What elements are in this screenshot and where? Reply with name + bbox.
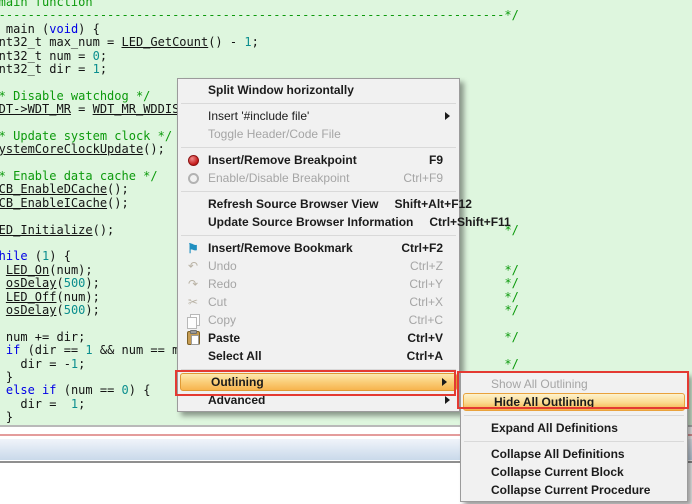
menu-item-label: Expand All Definitions	[491, 421, 673, 435]
editor-context-menu: Split Window horizontally Insert '#includ…	[177, 78, 460, 412]
menu-separator	[464, 415, 684, 416]
menu-item-expand-all-definitions[interactable]: Expand All Definitions	[461, 419, 687, 437]
menu-separator	[181, 235, 456, 236]
menu-item-redo: ↷ RedoCtrl+Y	[178, 275, 459, 293]
menu-item-collapse-current-block[interactable]: Collapse Current Block	[461, 463, 687, 481]
menu-item-label: Collapse Current Procedure	[491, 483, 673, 497]
menu-item-shortcut: Ctrl+V	[407, 331, 445, 345]
screen: * main function *-----------------------…	[0, 0, 692, 504]
menu-item-shortcut: Ctrl+C	[409, 313, 445, 327]
menu-item-shortcut: Ctrl+Z	[410, 259, 445, 273]
menu-item-label: Redo	[208, 277, 409, 291]
menu-item-shortcut: Ctrl+F9	[403, 171, 445, 185]
menu-item-collapse-current-procedure[interactable]: Collapse Current Procedure	[461, 481, 687, 499]
scissors-icon: ✂	[188, 296, 198, 308]
menu-item-insert-include-file[interactable]: Insert '#include file'	[178, 107, 459, 125]
menu-item-label: Select All	[208, 349, 407, 363]
menu-separator	[181, 103, 456, 104]
menu-item-copy: CopyCtrl+C	[178, 311, 459, 329]
menu-item-label: Insert/Remove Breakpoint	[208, 153, 429, 167]
menu-item-collapse-all-definitions[interactable]: Collapse All Definitions	[461, 445, 687, 463]
breakpoint-disabled-icon	[188, 173, 199, 184]
code-line: }	[0, 411, 519, 424]
menu-separator	[181, 147, 456, 148]
annotation-box-outlining-item	[175, 370, 456, 396]
copy-icon	[190, 314, 200, 326]
menu-item-paste[interactable]: PasteCtrl+V	[178, 329, 459, 347]
menu-item-label: Undo	[208, 259, 410, 273]
menu-item-insert-remove-breakpoint[interactable]: Insert/Remove BreakpointF9	[178, 151, 459, 169]
code-line: int main (void) {	[0, 23, 519, 36]
menu-item-refresh-source-browser-view[interactable]: Refresh Source Browser ViewShift+Alt+F12	[178, 195, 459, 213]
code-line: int32_t max_num = LED_GetCount() - 1;	[0, 36, 519, 49]
submenu-arrow-icon	[445, 112, 450, 120]
menu-item-shortcut: Ctrl+A	[407, 349, 445, 363]
code-line: int32_t dir = 1;	[0, 63, 519, 76]
menu-item-label: Update Source Browser Information	[208, 215, 429, 229]
code-line: int32_t num = 0;	[0, 50, 519, 63]
menu-item-label: Collapse Current Block	[491, 465, 673, 479]
menu-item-label: Toggle Header/Code File	[208, 127, 445, 141]
menu-item-shortcut: Shift+Alt+F12	[395, 197, 474, 211]
menu-item-shortcut: F9	[429, 153, 445, 167]
menu-item-split-window-horizontally[interactable]: Split Window horizontally	[178, 81, 459, 99]
menu-item-shortcut: Ctrl+Shift+F11	[429, 215, 512, 229]
redo-icon: ↷	[188, 278, 198, 290]
menu-item-label: Split Window horizontally	[208, 83, 445, 97]
menu-separator	[181, 191, 456, 192]
menu-item-shortcut: Ctrl+F2	[401, 241, 445, 255]
menu-item-enable-disable-breakpoint: Enable/Disable BreakpointCtrl+F9	[178, 169, 459, 187]
bookmark-flag-icon: ⚑	[187, 242, 199, 255]
menu-item-cut: ✂ CutCtrl+X	[178, 293, 459, 311]
menu-item-label: Copy	[208, 313, 409, 327]
menu-item-label: Collapse All Definitions	[491, 447, 673, 461]
menu-item-label: Insert '#include file'	[208, 109, 445, 123]
menu-item-label: Paste	[208, 331, 407, 345]
menu-item-label: Insert/Remove Bookmark	[208, 241, 401, 255]
menu-item-label: Enable/Disable Breakpoint	[208, 171, 403, 185]
menu-separator	[464, 441, 684, 442]
menu-item-shortcut: Ctrl+X	[409, 295, 445, 309]
breakpoint-icon	[188, 155, 199, 166]
menu-item-undo: ↶ UndoCtrl+Z	[178, 257, 459, 275]
menu-item-label: Cut	[208, 295, 409, 309]
code-line: *---------------------------------------…	[0, 9, 519, 22]
annotation-box-submenu-items	[457, 371, 689, 409]
menu-item-select-all[interactable]: Select AllCtrl+A	[178, 347, 459, 365]
menu-item-toggle-header-code-file: Toggle Header/Code File	[178, 125, 459, 143]
menu-item-update-source-browser-information[interactable]: Update Source Browser InformationCtrl+Sh…	[178, 213, 459, 231]
undo-icon: ↶	[188, 260, 198, 272]
paste-icon	[187, 331, 200, 345]
submenu-arrow-icon	[445, 396, 450, 404]
menu-item-label: Refresh Source Browser View	[208, 197, 395, 211]
menu-item-shortcut: Ctrl+Y	[409, 277, 445, 291]
menu-item-insert-remove-bookmark[interactable]: ⚑ Insert/Remove BookmarkCtrl+F2	[178, 239, 459, 257]
